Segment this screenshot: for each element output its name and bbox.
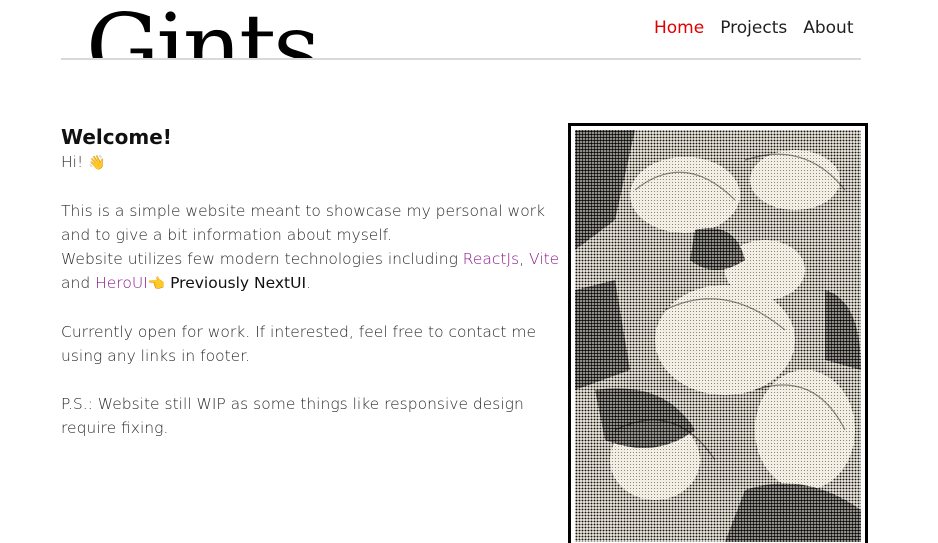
pointing-hand-icon: 👈 xyxy=(147,276,166,292)
waving-hand-icon: 👋 xyxy=(88,155,106,171)
nav-home-link[interactable]: Home xyxy=(654,17,704,39)
vite-link[interactable]: Vite xyxy=(529,250,559,268)
open-for-work-paragraph: Currently open for work. If interested, … xyxy=(61,323,537,365)
greeting-line: Hi! 👋 xyxy=(61,150,561,175)
tech-and: and xyxy=(61,274,91,292)
intro-paragraph: This is a simple website meant to showca… xyxy=(61,202,546,244)
halftone-flower-photo xyxy=(575,130,861,542)
period: . xyxy=(306,274,311,292)
reactjs-link[interactable]: ReactJs xyxy=(463,250,519,268)
ps-paragraph: P.S.: Website still WIP as some things l… xyxy=(61,395,524,437)
previously-nextui-text: Previously NextUI xyxy=(170,274,307,292)
welcome-section: Welcome! Hi! 👋 This is a simple website … xyxy=(61,124,561,440)
page: Gints Home Projects About Welcome! Hi! 👋… xyxy=(0,0,938,543)
heroui-link[interactable]: HeroUI xyxy=(95,274,148,292)
main-nav: Home Projects About xyxy=(654,17,854,39)
greeting-text: Hi! xyxy=(61,153,84,171)
header-divider xyxy=(61,58,861,60)
page-title: Welcome! xyxy=(61,125,172,149)
tech-separator: , xyxy=(519,250,530,268)
nav-about-link[interactable]: About xyxy=(803,17,853,39)
site-logo[interactable]: Gints xyxy=(86,0,317,58)
tech-paragraph: Website utilizes few modern technologies… xyxy=(61,247,561,296)
portrait-frame xyxy=(568,123,868,543)
nav-projects-link[interactable]: Projects xyxy=(720,17,787,39)
tech-prefix: Website utilizes few modern technologies… xyxy=(61,250,463,268)
